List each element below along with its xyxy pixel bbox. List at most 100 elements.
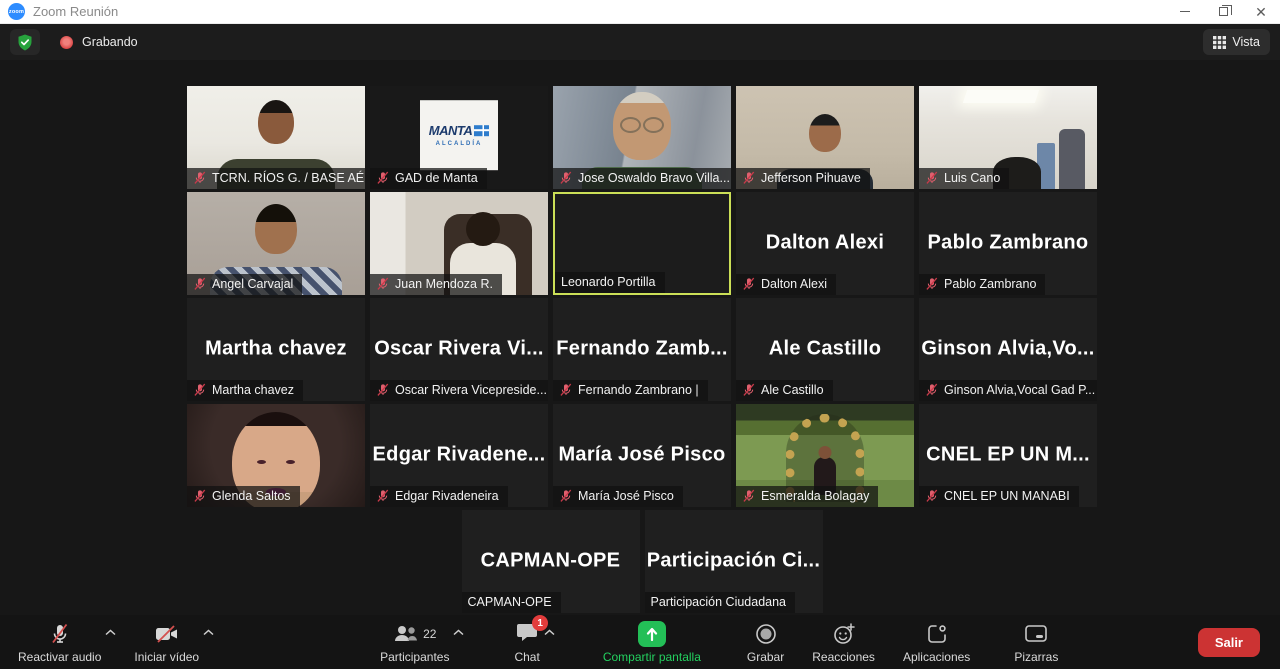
participant-name-label: Esmeralda Bolagay <box>736 486 878 507</box>
participant-center-name: María José Pisco <box>553 443 731 466</box>
participant-name-label: TCRN. RÍOS G. / BASE AÉR... <box>187 168 365 189</box>
participant-center-name: CAPMAN-OPE <box>462 549 640 572</box>
participant-name-label: Edgar Rivadeneira <box>370 486 508 507</box>
share-screen-button[interactable]: Compartir pantalla <box>593 615 711 669</box>
mic-muted-icon <box>925 383 939 397</box>
unmute-audio-button[interactable]: Reactivar audio <box>8 615 111 669</box>
mic-muted-icon <box>50 623 70 645</box>
apps-icon <box>926 623 948 645</box>
participant-center-name: CNEL EP UN M... <box>919 443 1097 466</box>
view-button[interactable]: Vista <box>1203 29 1270 55</box>
participant-tile[interactable]: CNEL EP UN M... CNEL EP UN MANABI <box>919 404 1097 507</box>
camera-muted-icon <box>154 624 180 644</box>
participant-name-label: Oscar Rivera Vicepreside... <box>370 380 548 401</box>
unmute-audio-label: Reactivar audio <box>18 650 101 664</box>
participant-tile[interactable]: Martha chavezMartha chavez <box>187 298 365 401</box>
participant-tile[interactable]: CAPMAN-OPECAPMAN-OPE <box>462 510 640 613</box>
participant-name-label: Dalton Alexi <box>736 274 836 295</box>
mic-muted-icon <box>376 489 390 503</box>
close-button[interactable]: ✕ <box>1242 0 1280 23</box>
record-label: Grabar <box>747 650 784 664</box>
record-icon <box>755 623 777 645</box>
participant-tile[interactable]: Edgar Rivadene... Edgar Rivadeneira <box>370 404 548 507</box>
leave-meeting-button[interactable]: Salir <box>1198 628 1260 657</box>
maximize-button[interactable] <box>1204 0 1242 23</box>
shield-check-icon <box>17 34 33 51</box>
participant-center-name: Dalton Alexi <box>736 231 914 254</box>
record-button[interactable]: Grabar <box>737 615 794 669</box>
mic-muted-icon <box>193 383 207 397</box>
participant-name-label: Leonardo Portilla <box>555 272 665 293</box>
participant-tile[interactable]: TCRN. RÍOS G. / BASE AÉR... <box>187 86 365 189</box>
meeting-info-button[interactable] <box>10 29 40 55</box>
recording-dot-icon <box>60 36 73 49</box>
participant-name-label: Ale Castillo <box>736 380 833 401</box>
participant-name-label: Angel Carvajal <box>187 274 302 295</box>
mic-muted-icon <box>376 171 390 185</box>
participant-tile[interactable]: Jose Oswaldo Bravo Villa... <box>553 86 731 189</box>
participants-label: Participantes <box>380 650 449 664</box>
reactions-button[interactable]: Reacciones <box>802 615 885 669</box>
apps-button[interactable]: Aplicaciones <box>893 615 980 669</box>
mic-muted-icon <box>559 489 573 503</box>
view-label: Vista <box>1232 35 1260 49</box>
meeting-toolbar: Reactivar audio Iniciar vídeo <box>0 615 1280 669</box>
meeting-topbar: Grabando Vista <box>0 24 1280 60</box>
mic-muted-icon <box>742 277 756 291</box>
participant-tile[interactable]: Jefferson Pihuave <box>736 86 914 189</box>
participant-tile[interactable]: Glenda Saltos <box>187 404 365 507</box>
chat-button[interactable]: 1 Chat <box>504 615 549 669</box>
participant-tile[interactable]: Luis Cano <box>919 86 1097 189</box>
reactions-label: Reacciones <box>812 650 875 664</box>
participant-name-label: CNEL EP UN MANABI <box>919 486 1079 507</box>
participant-name-label: Pablo Zambrano <box>919 274 1045 295</box>
participant-tile[interactable]: Esmeralda Bolagay <box>736 404 914 507</box>
mic-muted-icon <box>742 489 756 503</box>
manta-alcaldia-logo: MANTAALCALDÍA <box>420 100 498 170</box>
participant-tile[interactable]: Participación Ci...Participación Ciudada… <box>645 510 823 613</box>
participants-count: 22 <box>423 627 436 641</box>
participant-tile[interactable]: Angel Carvajal <box>187 192 365 295</box>
participant-tile[interactable]: María José Pisco María José Pisco <box>553 404 731 507</box>
window-titlebar: zoom Zoom Reunión ✕ <box>0 0 1280 24</box>
participant-tile[interactable]: Dalton Alexi Dalton Alexi <box>736 192 914 295</box>
participant-center-name: Oscar Rivera Vi... <box>370 337 548 360</box>
mic-muted-icon <box>193 489 207 503</box>
mic-muted-icon <box>376 383 390 397</box>
mic-muted-icon <box>559 383 573 397</box>
participant-tile[interactable]: MANTAALCALDÍAGAD de Manta <box>370 86 548 189</box>
participant-center-name: Ale Castillo <box>736 337 914 360</box>
participant-name-label: Glenda Saltos <box>187 486 300 507</box>
participant-tile[interactable]: Pablo ZambranoPablo Zambrano <box>919 192 1097 295</box>
mic-muted-icon <box>742 171 756 185</box>
recording-label: Grabando <box>82 35 138 49</box>
share-screen-label: Compartir pantalla <box>603 650 701 664</box>
mic-muted-icon <box>925 171 939 185</box>
participant-center-name: Edgar Rivadene... <box>370 443 548 466</box>
whiteboards-button[interactable]: Pizarras <box>1004 615 1068 669</box>
participant-tile[interactable]: Fernando Zamb...Fernando Zambrano | <box>553 298 731 401</box>
participants-button[interactable]: 22 Participantes <box>370 615 459 669</box>
chat-label: Chat <box>514 650 539 664</box>
participant-name-label: Juan Mendoza R. <box>370 274 502 295</box>
participant-name-label: GAD de Manta <box>370 168 487 189</box>
participant-name-label: Luis Cano <box>919 168 1009 189</box>
participant-tile[interactable]: Oscar Rivera Vi... Oscar Rivera Vicepresi… <box>370 298 548 401</box>
start-video-label: Iniciar vídeo <box>134 650 199 664</box>
mic-muted-icon <box>376 277 390 291</box>
mic-muted-icon <box>559 171 573 185</box>
chat-badge: 1 <box>532 615 548 631</box>
participant-tile[interactable]: Leonardo Portilla <box>553 192 731 295</box>
participant-tile[interactable]: Ginson Alvia,Vo...Ginson Alvia,Vocal Gad… <box>919 298 1097 401</box>
participant-center-name: Participación Ci... <box>645 549 823 572</box>
reactions-icon <box>833 623 855 645</box>
mic-muted-icon <box>925 489 939 503</box>
participant-center-name: Ginson Alvia,Vo... <box>919 337 1097 360</box>
participant-tile[interactable]: Ale Castillo Ale Castillo <box>736 298 914 401</box>
participant-tile[interactable]: Juan Mendoza R. <box>370 192 548 295</box>
participant-grid: TCRN. RÍOS G. / BASE AÉR...MANTAALCALDÍA… <box>187 86 1097 613</box>
minimize-button[interactable] <box>1166 0 1204 23</box>
participant-name-label: María José Pisco <box>553 486 683 507</box>
start-video-button[interactable]: Iniciar vídeo <box>124 615 209 669</box>
participants-icon <box>393 624 419 643</box>
